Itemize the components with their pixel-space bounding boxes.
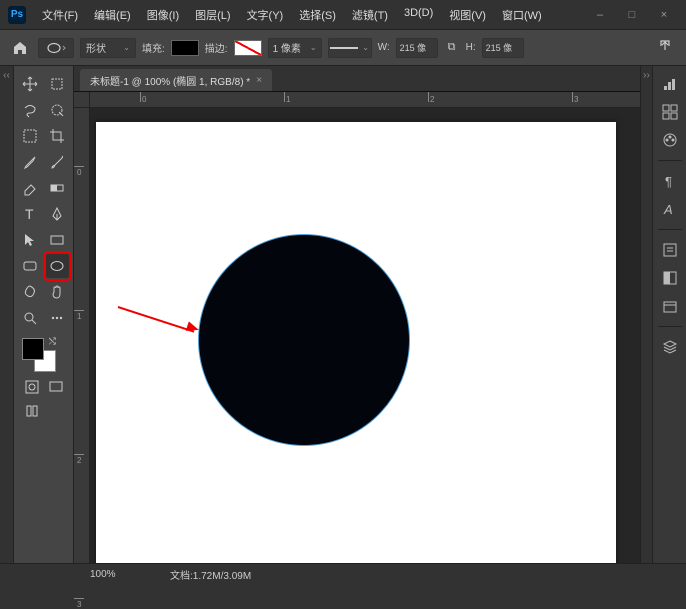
artboard-tool[interactable] [46, 72, 70, 96]
paragraph-panel-icon[interactable]: ¶ [658, 169, 682, 193]
ps-logo: Ps [8, 6, 26, 24]
menu-layer[interactable]: 图层(L) [189, 4, 236, 26]
foreground-color[interactable] [22, 338, 44, 360]
toolbox: T ⤭ [14, 66, 74, 563]
brush-tool[interactable] [46, 150, 70, 174]
properties-panel-icon[interactable] [658, 238, 682, 262]
menu-file[interactable]: 文件(F) [36, 4, 84, 26]
home-button[interactable] [8, 36, 32, 60]
character-panel-icon[interactable]: A [658, 197, 682, 221]
share-button[interactable] [658, 39, 678, 56]
zoom-tool[interactable] [18, 306, 42, 330]
quick-select-tool[interactable] [46, 98, 70, 122]
link-wh-icon[interactable]: ⧉ [444, 41, 460, 54]
gradient-tool[interactable] [46, 176, 70, 200]
eraser-tool[interactable] [18, 176, 42, 200]
stroke-width-input[interactable]: 1 像素 ⌄ [268, 38, 322, 58]
quick-mask-button[interactable] [22, 378, 42, 396]
fill-color-swatch[interactable] [171, 40, 199, 56]
stroke-width-value: 1 像素 [273, 40, 301, 55]
path-select-tool[interactable] [18, 228, 42, 252]
tab-title: 未标题-1 @ 100% (椭圆 1, RGB/8) * [90, 73, 250, 88]
tool-mode-label: 形状 [86, 40, 106, 55]
custom-shape-tool[interactable] [18, 280, 42, 304]
type-tool[interactable]: T [18, 202, 42, 226]
stroke-label: 描边: [205, 40, 228, 55]
solid-line-icon [330, 47, 358, 49]
canvas-workspace[interactable] [90, 108, 640, 563]
chevron-down-icon: ⌄ [123, 43, 130, 52]
more-tools[interactable] [46, 306, 70, 330]
crop-tool[interactable] [46, 124, 70, 148]
ellipse-tool[interactable] [46, 254, 70, 278]
document-tab[interactable]: 未标题-1 @ 100% (椭圆 1, RGB/8) * × [80, 69, 272, 91]
annotation-arrow [118, 306, 198, 308]
collapse-left-icon[interactable]: ‹‹ [3, 70, 10, 81]
collapse-right-icon[interactable]: ›› [643, 70, 650, 81]
ruler-origin[interactable] [74, 92, 90, 108]
stroke-color-swatch[interactable] [234, 40, 262, 56]
rectangle-tool[interactable] [46, 228, 70, 252]
menu-edit[interactable]: 编辑(E) [88, 4, 137, 26]
ruler-vertical[interactable]: 0123 [74, 108, 90, 563]
menu-view[interactable]: 视图(V) [443, 4, 492, 26]
svg-text:¶: ¶ [665, 174, 672, 189]
menu-3d[interactable]: 3D(D) [398, 4, 439, 26]
ruler-horizontal[interactable]: 0123 [90, 92, 640, 108]
status-zoom[interactable]: 100% [90, 569, 150, 580]
tab-close-button[interactable]: × [256, 75, 262, 86]
tool-mode-select[interactable]: 形状 ⌄ [80, 38, 136, 58]
window-minimize-button[interactable]: – [586, 4, 614, 26]
menu-window[interactable]: 窗口(W) [496, 4, 548, 26]
rounded-rect-tool[interactable] [18, 254, 42, 278]
stroke-style-select[interactable]: ⌄ [328, 38, 372, 58]
layers-panel-icon[interactable] [658, 335, 682, 359]
height-label: H: [466, 42, 476, 53]
pen-tool[interactable] [46, 202, 70, 226]
width-label: W: [378, 42, 390, 53]
chevron-down-icon: ⌄ [310, 43, 317, 52]
width-input[interactable]: 215 像 [396, 38, 438, 58]
lasso-tool[interactable] [18, 98, 42, 122]
marquee-tool[interactable] [18, 124, 42, 148]
window-maximize-button[interactable]: □ [618, 4, 646, 26]
color-panel-icon[interactable] [658, 128, 682, 152]
svg-text:T: T [25, 206, 34, 222]
height-input[interactable]: 215 像 [482, 38, 524, 58]
menu-filter[interactable]: 滤镜(T) [346, 4, 394, 26]
move-tool[interactable] [18, 72, 42, 96]
color-swatches[interactable]: ⤭ [22, 338, 56, 372]
window-close-button[interactable]: × [650, 4, 678, 26]
eyedropper-tool[interactable] [18, 150, 42, 174]
status-doc[interactable]: 文档:1.72M/3.09M [170, 567, 251, 582]
menu-type[interactable]: 文字(Y) [241, 4, 290, 26]
swap-colors-icon[interactable]: ⤭ [49, 336, 56, 347]
tool-preset-button[interactable] [38, 38, 74, 58]
fill-label: 填充: [142, 40, 165, 55]
histogram-panel-icon[interactable] [658, 72, 682, 96]
libraries-panel-icon[interactable] [658, 294, 682, 318]
ellipse-shape[interactable] [198, 234, 410, 446]
screen-mode-button[interactable] [46, 378, 66, 396]
artboard[interactable] [96, 122, 616, 563]
svg-text:A: A [663, 202, 673, 217]
chevron-down-icon: ⌄ [362, 43, 369, 52]
adjustments-panel-icon[interactable] [658, 266, 682, 290]
swatches-panel-icon[interactable] [658, 100, 682, 124]
menu-select[interactable]: 选择(S) [293, 4, 342, 26]
edit-toolbar-button[interactable] [22, 402, 42, 420]
menu-image[interactable]: 图像(I) [141, 4, 185, 26]
hand-tool[interactable] [46, 280, 70, 304]
